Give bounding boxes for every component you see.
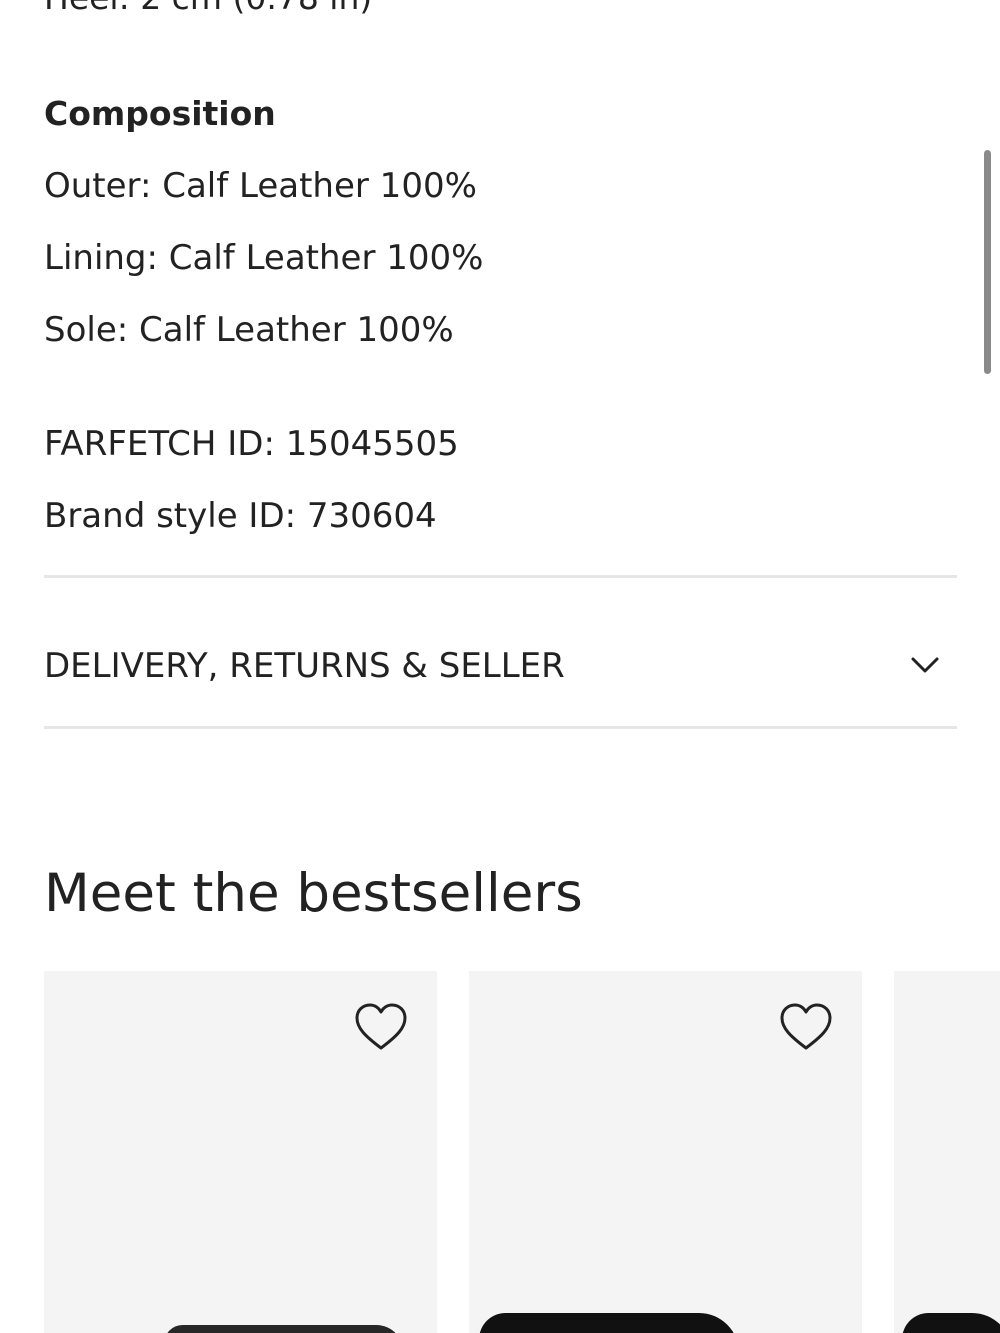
scrollbar[interactable] <box>984 150 991 374</box>
bestsellers-title: Meet the bestsellers <box>44 863 583 924</box>
delivery-returns-seller-accordion[interactable]: DELIVERY, RETURNS & SELLER <box>44 580 957 726</box>
farfetch-id: FARFETCH ID: 15045505 <box>44 424 459 464</box>
chevron-down-icon <box>911 657 939 673</box>
composition-outer: Outer: Calf Leather 100% <box>44 166 477 206</box>
composition-sole: Sole: Calf Leather 100% <box>44 310 454 350</box>
product-card[interactable] <box>44 971 437 1333</box>
heel-spec-text: Heel: 2 cm (0.78 in) <box>44 0 372 18</box>
product-card[interactable] <box>894 971 1000 1333</box>
product-image <box>902 1313 1000 1333</box>
product-image <box>479 1313 739 1333</box>
brand-style-id: Brand style ID: 730604 <box>44 496 437 536</box>
divider-bottom <box>44 726 957 729</box>
divider-top <box>44 575 957 578</box>
product-details-page: Heel: 2 cm (0.78 in) Composition Outer: … <box>0 0 1000 1333</box>
accordion-label: DELIVERY, RETURNS & SELLER <box>44 646 565 686</box>
product-card[interactable] <box>469 971 862 1333</box>
composition-lining: Lining: Calf Leather 100% <box>44 238 484 278</box>
composition-heading: Composition <box>44 94 276 133</box>
heart-icon[interactable] <box>353 1001 409 1057</box>
product-image <box>164 1325 404 1333</box>
heart-icon[interactable] <box>778 1001 834 1057</box>
